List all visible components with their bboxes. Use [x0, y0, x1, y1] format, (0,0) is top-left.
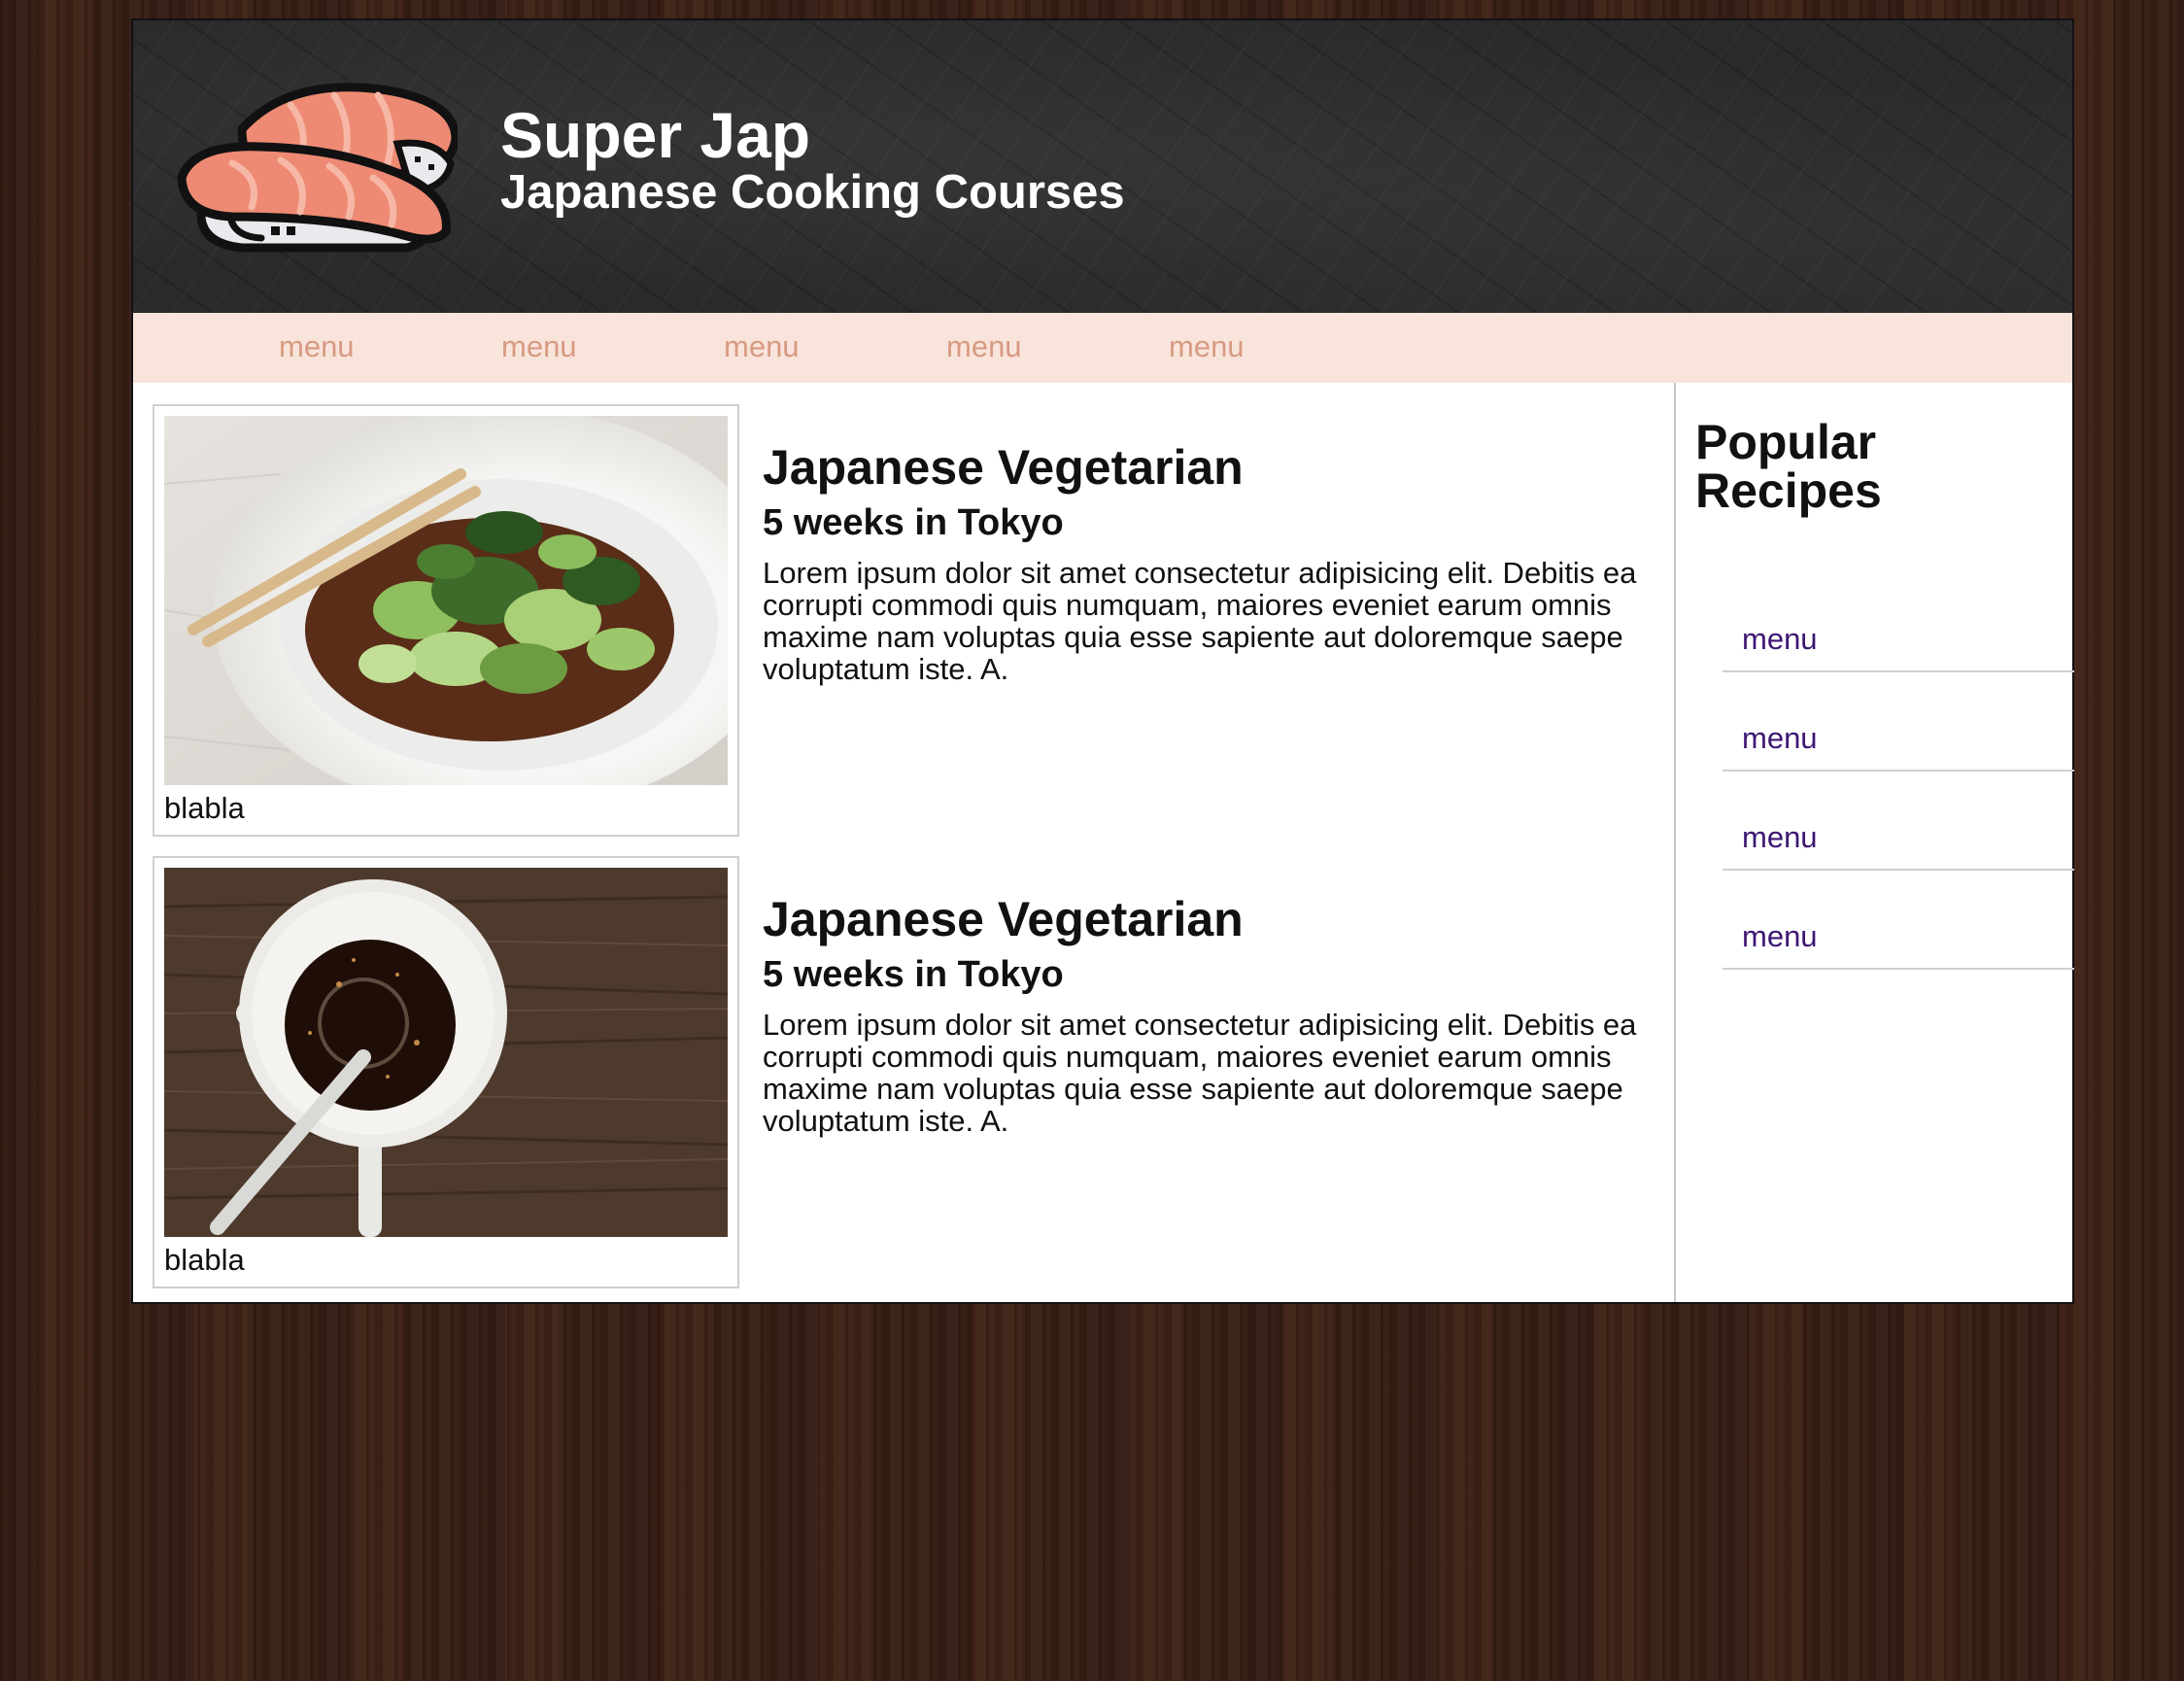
nav-item-5[interactable]: menu — [1169, 329, 1245, 364]
article-subtitle: 5 weeks in Tokyo — [763, 954, 1064, 995]
article-title: Japanese Vegetarian — [763, 440, 1244, 495]
soy-sauce-cup-photo — [164, 868, 728, 1237]
article-body: Lorem ipsum dolor sit amet consectetur a… — [763, 556, 1637, 686]
sidebar: Popular Recipes menu menu menu menu — [1674, 383, 2074, 1302]
sidebar-link[interactable]: menu — [1742, 919, 1818, 954]
article-title: Japanese Vegetarian — [763, 892, 1244, 946]
sidebar-item: menu — [1723, 575, 2074, 672]
sidebar-item: menu — [1723, 674, 2074, 772]
nav-item-4[interactable]: menu — [946, 329, 1022, 364]
main-nav: menu menu menu menu menu — [133, 313, 2072, 383]
site-header: Super Jap Japanese Cooking Courses — [133, 20, 2072, 313]
page-container: Super Jap Japanese Cooking Courses menu … — [131, 18, 2074, 1304]
nav-item-2[interactable]: menu — [501, 329, 577, 364]
nav-item-3[interactable]: menu — [724, 329, 800, 364]
article-subtitle: 5 weeks in Tokyo — [763, 502, 1064, 543]
article-body: Lorem ipsum dolor sit amet consectetur a… — [763, 1008, 1637, 1138]
nav-item-1[interactable]: menu — [279, 329, 355, 364]
sidebar-link[interactable]: menu — [1742, 721, 1818, 756]
site-title: Super Jap — [500, 99, 811, 171]
main-content: blabla Japanese Vegetarian 5 weeks in To… — [133, 383, 1674, 1302]
article-figure: blabla — [153, 856, 739, 1288]
sidebar-link[interactable]: menu — [1742, 820, 1818, 855]
bok-choy-bowl-photo — [164, 416, 728, 785]
sidebar-item: menu — [1723, 873, 2074, 970]
figure-caption: blabla — [164, 791, 245, 825]
sidebar-link[interactable]: menu — [1742, 622, 1818, 657]
article-figure: blabla — [153, 404, 739, 837]
sidebar-title: Popular Recipes — [1695, 415, 1882, 518]
sidebar-item: menu — [1723, 773, 2074, 871]
figure-caption: blabla — [164, 1243, 245, 1277]
sushi-nigiri-icon — [177, 83, 458, 253]
site-subtitle: Japanese Cooking Courses — [500, 166, 1125, 219]
